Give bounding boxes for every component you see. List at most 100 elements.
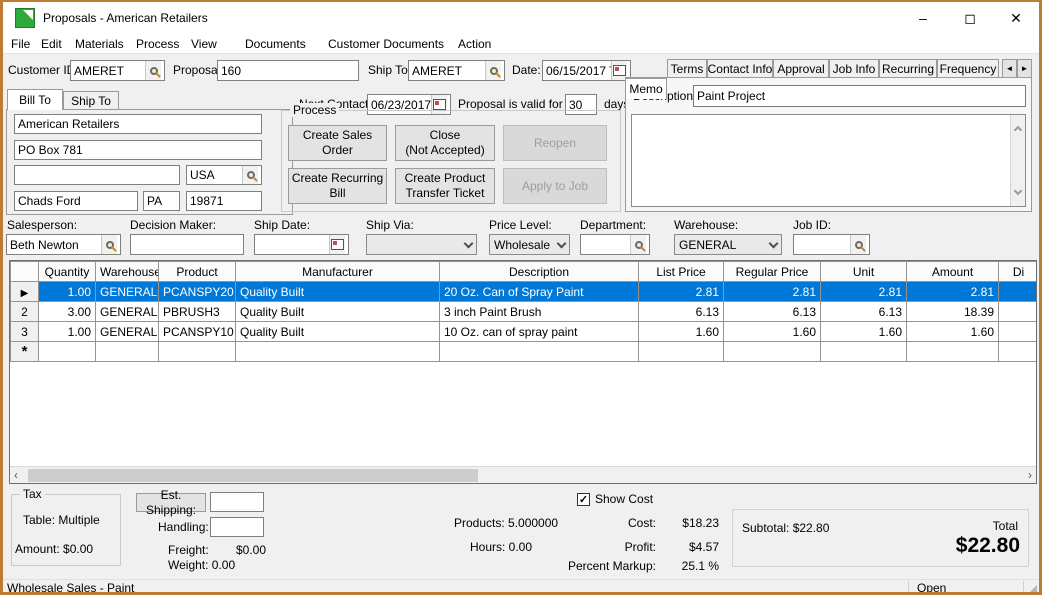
memo-textarea[interactable] bbox=[631, 114, 1026, 207]
job-id-lookup-button[interactable] bbox=[850, 235, 866, 254]
country-lookup-button[interactable] bbox=[242, 166, 258, 184]
salesperson-input[interactable]: Beth Newton bbox=[6, 234, 121, 255]
department-input[interactable] bbox=[580, 234, 650, 255]
col-discount[interactable]: Di bbox=[999, 262, 1038, 282]
col-amount[interactable]: Amount bbox=[907, 262, 999, 282]
menu-view[interactable]: View bbox=[191, 34, 217, 54]
decision-maker-input[interactable] bbox=[130, 234, 244, 255]
ship-date-picker-button[interactable] bbox=[329, 235, 345, 254]
row-number[interactable]: 2 bbox=[11, 302, 39, 322]
col-regular-price[interactable]: Regular Price bbox=[724, 262, 821, 282]
col-manufacturer[interactable]: Manufacturer bbox=[236, 262, 440, 282]
minimize-button[interactable]: – bbox=[908, 5, 938, 31]
new-row[interactable]: * bbox=[11, 342, 1038, 362]
menu-action[interactable]: Action bbox=[458, 34, 491, 54]
tab-memo[interactable]: Memo bbox=[625, 78, 667, 99]
table-row[interactable]: 3 1.00 GENERAL PCANSPY10 Quality Built 1… bbox=[11, 322, 1038, 342]
customer-lookup-button[interactable] bbox=[145, 61, 161, 80]
menu-process[interactable]: Process bbox=[136, 34, 179, 54]
create-product-transfer-button[interactable]: Create Product Transfer Ticket bbox=[395, 168, 495, 204]
department-label: Department: bbox=[580, 218, 646, 232]
row-number[interactable]: 3 bbox=[11, 322, 39, 342]
job-id-input[interactable] bbox=[793, 234, 870, 255]
col-product[interactable]: Product bbox=[159, 262, 236, 282]
bill-to-country-input[interactable]: USA bbox=[186, 165, 262, 185]
date-input[interactable]: 06/15/2017 Thu bbox=[542, 60, 631, 81]
handling-input[interactable] bbox=[210, 517, 264, 537]
window-title: Proposals - American Retailers bbox=[43, 11, 208, 25]
bill-to-city-input[interactable]: Chads Ford bbox=[14, 191, 138, 211]
table-row[interactable]: 2 3.00 GENERAL PBRUSH3 Quality Built 3 i… bbox=[11, 302, 1038, 322]
col-unit[interactable]: Unit bbox=[821, 262, 907, 282]
salesperson-lookup-button[interactable] bbox=[101, 235, 117, 254]
ship-date-input[interactable] bbox=[254, 234, 349, 255]
resize-grip-icon[interactable] bbox=[1029, 585, 1037, 593]
col-quantity[interactable]: Quantity bbox=[39, 262, 96, 282]
bill-to-address-input[interactable]: PO Box 781 bbox=[14, 140, 262, 160]
col-warehouse[interactable]: Warehouse bbox=[96, 262, 159, 282]
scrollbar-thumb[interactable] bbox=[28, 469, 478, 482]
grid-hscrollbar[interactable]: ‹ › bbox=[10, 466, 1036, 483]
bill-to-name-input[interactable]: American Retailers bbox=[14, 114, 262, 134]
grid-header-row: Quantity Warehouse Product Manufacturer … bbox=[11, 262, 1038, 282]
customer-id-input[interactable]: AMERET bbox=[70, 60, 165, 81]
bill-to-state-input[interactable]: PA bbox=[143, 191, 180, 211]
bill-to-address2-input[interactable] bbox=[14, 165, 180, 185]
tab-approval[interactable]: Approval bbox=[773, 59, 829, 78]
scroll-up-icon[interactable] bbox=[1015, 120, 1021, 138]
scroll-right-icon[interactable]: › bbox=[1028, 468, 1032, 482]
close-not-accepted-button[interactable]: Close (Not Accepted) bbox=[395, 125, 495, 161]
menu-customer-documents[interactable]: Customer Documents bbox=[328, 34, 444, 54]
menu-materials[interactable]: Materials bbox=[75, 34, 124, 54]
menu-documents[interactable]: Documents bbox=[245, 34, 306, 54]
warehouse-select[interactable]: GENERAL bbox=[674, 234, 782, 255]
maximize-button[interactable]: ◻ bbox=[955, 5, 985, 31]
magnifier-icon bbox=[855, 241, 863, 249]
memo-scrollbar[interactable] bbox=[1010, 115, 1025, 206]
close-button[interactable]: ✕ bbox=[1001, 5, 1031, 31]
tab-right-icon: ► bbox=[1021, 64, 1029, 74]
tab-scroll-left-button[interactable]: ◄ bbox=[1002, 59, 1017, 78]
ship-via-select[interactable] bbox=[366, 234, 477, 255]
current-row-icon: ▶ bbox=[21, 288, 29, 299]
proposal-input[interactable]: 160 bbox=[217, 60, 359, 81]
col-description[interactable]: Description bbox=[440, 262, 639, 282]
table-row[interactable]: ▶ 1.00 GENERAL PCANSPY20 Quality Built 2… bbox=[11, 282, 1038, 302]
description-input[interactable]: Paint Project bbox=[693, 85, 1026, 107]
line-items-grid: Quantity Warehouse Product Manufacturer … bbox=[9, 260, 1037, 484]
tab-job-info[interactable]: Job Info bbox=[829, 59, 879, 78]
tab-recurring[interactable]: Recurring bbox=[879, 59, 937, 78]
magnifier-icon bbox=[490, 67, 498, 75]
tab-bill-to[interactable]: Bill To bbox=[7, 89, 63, 110]
est-shipping-input[interactable] bbox=[210, 492, 264, 512]
subtotal-value: Subtotal: $22.80 bbox=[742, 521, 829, 535]
grid-corner[interactable] bbox=[11, 262, 39, 282]
tab-frequency[interactable]: Frequency bbox=[937, 59, 999, 78]
app-window: Proposals - American Retailers – ◻ ✕ Fil… bbox=[0, 0, 1042, 595]
create-sales-order-button[interactable]: Create Sales Order bbox=[288, 125, 387, 161]
scroll-left-icon[interactable]: ‹ bbox=[14, 468, 18, 482]
menu-edit[interactable]: Edit bbox=[41, 34, 62, 54]
total-label: Total bbox=[993, 519, 1018, 533]
bill-to-zip-input[interactable]: 19871 bbox=[186, 191, 262, 211]
department-lookup-button[interactable] bbox=[630, 235, 646, 254]
tab-contact-info[interactable]: Contact Info bbox=[707, 59, 773, 78]
row-marker[interactable]: ▶ bbox=[11, 282, 39, 302]
show-cost-checkbox[interactable]: ✓ Show Cost bbox=[577, 492, 653, 506]
profit-label: Profit: bbox=[556, 540, 656, 554]
ship-to-input[interactable]: AMERET bbox=[408, 60, 505, 81]
price-level-select[interactable]: Wholesale bbox=[489, 234, 570, 255]
col-list-price[interactable]: List Price bbox=[639, 262, 724, 282]
est-shipping-button[interactable]: Est. Shipping: bbox=[136, 493, 206, 512]
new-row-marker[interactable]: * bbox=[11, 342, 39, 362]
create-recurring-bill-button[interactable]: Create Recurring Bill bbox=[288, 168, 387, 204]
status-bar: Wholesale Sales - Paint Open bbox=[3, 579, 1039, 595]
products-value: Products: 5.000000 bbox=[454, 516, 558, 530]
scroll-down-icon[interactable] bbox=[1015, 181, 1021, 199]
tab-scroll-right-button[interactable]: ► bbox=[1017, 59, 1032, 78]
menu-file[interactable]: File bbox=[11, 34, 30, 54]
tab-ship-to[interactable]: Ship To bbox=[63, 91, 119, 110]
ship-to-lookup-button[interactable] bbox=[485, 61, 501, 80]
tab-terms[interactable]: Terms bbox=[667, 59, 707, 78]
title-bar: Proposals - American Retailers – ◻ ✕ bbox=[3, 2, 1039, 34]
